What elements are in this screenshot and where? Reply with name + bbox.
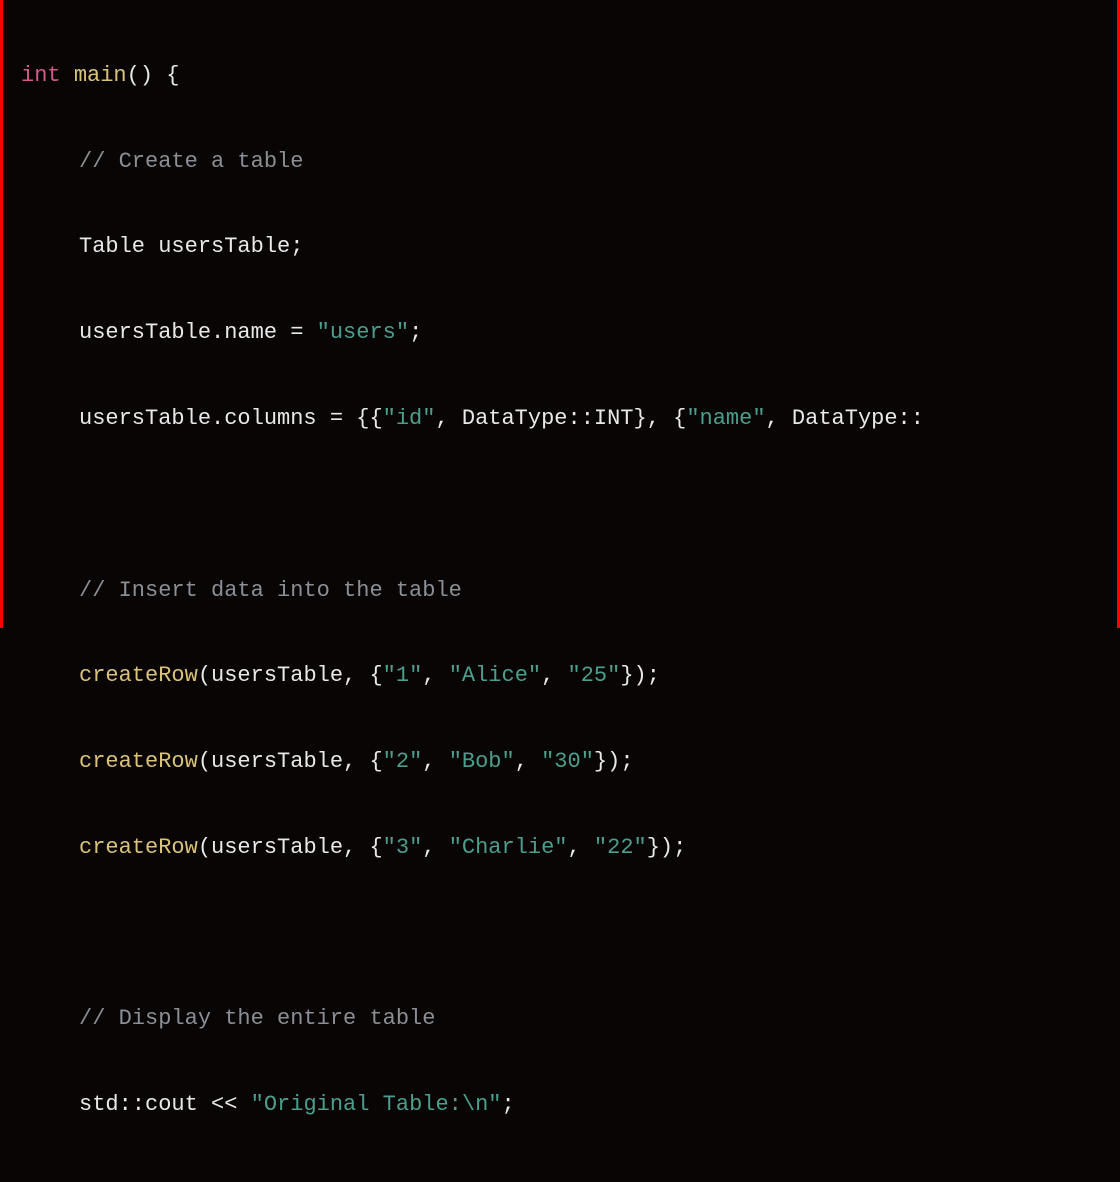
code-line: Table usersTable;: [21, 226, 1099, 269]
close-args: });: [647, 835, 687, 860]
assign-lhs: usersTable.name =: [79, 320, 317, 345]
comment: // Create a table: [79, 149, 303, 174]
code-editor[interactable]: int main() { // Create a table Table use…: [3, 0, 1117, 1182]
blank-line: [21, 913, 1099, 956]
cout-lhs: std::cout <<: [79, 1092, 251, 1117]
code-line: usersTable.columns = {{"id", DataType::I…: [21, 398, 1099, 441]
comment: // Insert data into the table: [79, 578, 462, 603]
declaration: Table usersTable;: [79, 234, 303, 259]
assign-lhs: usersTable.columns = {{: [79, 406, 383, 431]
code-line: std::cout << "Original Table:\n";: [21, 1084, 1099, 1127]
blank-line: [21, 484, 1099, 527]
code-line: // Create a table: [21, 141, 1099, 184]
comment: // Display the entire table: [79, 1006, 435, 1031]
close-args: });: [594, 749, 634, 774]
string-literal: "Charlie": [449, 835, 568, 860]
string-literal: "Original Table:\n": [251, 1092, 502, 1117]
code-line: // Display the entire table: [21, 998, 1099, 1041]
code-line: int main() {: [21, 55, 1099, 98]
string-literal: "users": [317, 320, 409, 345]
function-call: createRow: [79, 663, 198, 688]
string-literal: "1": [383, 663, 423, 688]
string-literal: "name": [686, 406, 765, 431]
function-call: createRow: [79, 835, 198, 860]
code-line: // Insert data into the table: [21, 570, 1099, 613]
code-line: createRow(usersTable, {"3", "Charlie", "…: [21, 827, 1099, 870]
open-args: (usersTable, {: [198, 749, 383, 774]
text: , DataType::: [766, 406, 924, 431]
code-line: createRow(usersTable, {"1", "Alice", "25…: [21, 655, 1099, 698]
open-args: (usersTable, {: [198, 835, 383, 860]
string-literal: "id": [383, 406, 436, 431]
semicolon: ;: [501, 1092, 514, 1117]
string-literal: "2": [383, 749, 423, 774]
function-call: createRow: [79, 749, 198, 774]
parens-brace: () {: [127, 63, 180, 88]
code-line: usersTable.name = "users";: [21, 312, 1099, 355]
open-args: (usersTable, {: [198, 663, 383, 688]
code-line: createRow(usersTable, {"2", "Bob", "30"}…: [21, 741, 1099, 784]
close-args: });: [620, 663, 660, 688]
text: , DataType::INT}, {: [435, 406, 686, 431]
semicolon: ;: [409, 320, 422, 345]
string-literal: "30": [541, 749, 594, 774]
string-literal: "22": [594, 835, 647, 860]
keyword-int: int: [21, 63, 61, 88]
string-literal: "3": [383, 835, 423, 860]
string-literal: "25": [568, 663, 621, 688]
string-literal: "Bob": [449, 749, 515, 774]
function-main: main: [74, 63, 127, 88]
string-literal: "Alice": [449, 663, 541, 688]
